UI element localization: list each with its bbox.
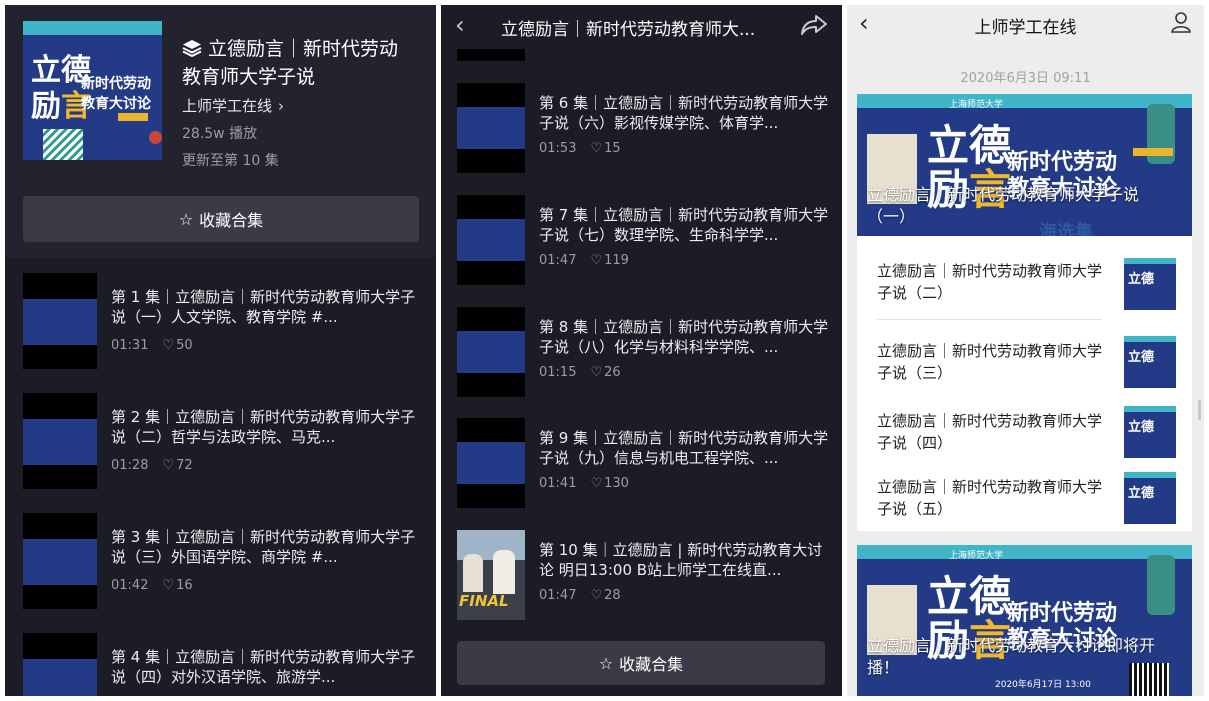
final-label: FINAL: [459, 592, 509, 610]
article-thumbnail: 立德: [1124, 336, 1176, 388]
episode-title: 第 8 集｜立德励言｜新时代劳动教育师大学子说（八）化学与材料科学学院、...: [539, 318, 829, 356]
article-row[interactable]: 立德励言｜新时代劳动教育师大学子说（二） 立德: [857, 236, 1192, 320]
episode-meta: 01:47 ♡ 119: [539, 253, 629, 268]
episode-title: 第 7 集｜立德励言｜新时代劳动教育师大学子说（七）数理学院、生命科学学...: [539, 206, 829, 244]
heart-icon: ♡: [590, 253, 603, 268]
article-row[interactable]: 立德励言｜新时代劳动教育师大学子说（五） 立德: [857, 464, 1192, 530]
play-count: 28.5w 播放: [182, 126, 258, 142]
banner-school-name: 上海师范大学: [949, 100, 1004, 110]
favorite-collection-button[interactable]: ☆ 收藏合集: [23, 196, 419, 242]
article-caption: 立德励言｜新时代劳动教育大讨论即将开播！: [867, 636, 1156, 677]
stack-icon: [182, 40, 202, 57]
episode-thumbnail: [23, 513, 97, 609]
heart-icon: ♡: [162, 338, 175, 353]
episode-thumbnail: [23, 273, 97, 369]
article-thumbnail: 立德: [1124, 406, 1176, 458]
episode-thumbnail: [457, 418, 525, 508]
heart-icon: ♡: [590, 141, 603, 156]
episode-title: 第 10 集｜立德励言 | 新时代劳动教育大讨论 明日13:00 B站上师学工在…: [539, 541, 823, 579]
chevron-right-icon: ›: [278, 97, 285, 115]
cover-subtitle-1: 新时代劳动: [81, 76, 151, 92]
episode-thumbnail: FINAL: [457, 530, 525, 620]
article-thumbnail: 立德: [1124, 472, 1176, 524]
author-link[interactable]: 上师学工在线 ›: [182, 95, 284, 116]
article-caption: 立德励言｜新时代劳动教育师大学子说（一）: [867, 185, 1140, 226]
article-title: 立德励言｜新时代劳动教育师大学子说（三）: [877, 342, 1103, 382]
message-timestamp: 2020年6月3日 09:11: [960, 71, 1091, 86]
episode-title: 第 4 集｜立德励言｜新时代劳动教育师大学子说（四）对外汉语学院、旅游学...: [111, 648, 416, 686]
share-icon[interactable]: [800, 13, 828, 37]
screenshot-collage: 立德 励言 新时代劳动 教育大讨论 立德励言｜新时代劳动教育师大学子说 上师学工…: [0, 0, 1209, 701]
article-title: 立德励言｜新时代劳动教育师大学子说（五）: [877, 478, 1103, 518]
episode-item[interactable]: 第 1 集｜立德励言｜新时代劳动教育师大学子说（一）人文学院、教育学院 #...…: [5, 273, 436, 373]
scrollbar[interactable]: [1198, 400, 1201, 420]
article-title: 立德励言｜新时代劳动教育师大学子说（二）: [877, 262, 1103, 302]
episode-item[interactable]: 第 6 集｜立德励言｜新时代劳动教育师大学子说（六）影视传媒学院、体育学... …: [441, 83, 842, 183]
cover-subtitle-2: 教育大讨论: [81, 96, 151, 112]
heart-icon: ♡: [590, 588, 603, 603]
episode-title: 第 3 集｜立德励言｜新时代劳动教育师大学子说（三）外国语学院、商学院 #...: [111, 528, 416, 566]
article-card: 立德 励言 新时代劳动 教育大讨论 上海师范大学 海选集 立德励言｜新时代劳动教…: [857, 94, 1192, 531]
collection-header: 立德 励言 新时代劳动 教育大讨论 立德励言｜新时代劳动教育师大学子说 上师学工…: [5, 5, 436, 257]
episode-meta: 01:47 ♡ 28: [539, 588, 621, 603]
episode-list-panel: ‹ 立德励言｜新时代劳动教育师大... 第 6 集｜立德励言｜新时代劳动教育师大…: [441, 5, 842, 696]
episode-meta: 01:31 ♡ 50: [111, 338, 193, 353]
episode-meta: 01:42 ♡ 16: [111, 578, 193, 593]
collection-cover[interactable]: 立德 励言 新时代劳动 教育大讨论: [23, 21, 162, 160]
episode-item[interactable]: 第 9 集｜立德励言｜新时代劳动教育师大学子说（九）信息与机电工程学院、... …: [441, 418, 842, 518]
official-account-panel: ‹ 上师学工在线 2020年6月3日 09:11 立德 励言 新时代劳动 教育大…: [847, 5, 1204, 696]
collection-title: 立德励言｜新时代劳动教育师大学子说: [182, 38, 399, 88]
article-thumbnail: 立德: [1124, 258, 1176, 310]
episode-item[interactable]: 第 7 集｜立德励言｜新时代劳动教育师大学子说（七）数理学院、生命科学学... …: [441, 195, 842, 295]
episode-title: 第 6 集｜立德励言｜新时代劳动教育师大学子说（六）影视传媒学院、体育学...: [539, 94, 829, 132]
episode-meta: 01:53 ♡ 15: [539, 141, 621, 156]
top-nav: ‹ 立德励言｜新时代劳动教育师大...: [441, 5, 842, 49]
episode-item[interactable]: 第 2 集｜立德励言｜新时代劳动教育师大学子说（二）哲学与法政学院、马克... …: [5, 393, 436, 493]
article-title: 立德励言｜新时代劳动教育师大学子说（四）: [877, 412, 1103, 452]
episode-item[interactable]: FINAL 第 10 集｜立德励言 | 新时代劳动教育大讨论 明日13:00 B…: [441, 530, 842, 630]
top-nav: ‹ 上师学工在线: [847, 5, 1204, 43]
banner-school-name: 上海师范大学: [949, 551, 1004, 561]
episode-thumbnail: [457, 195, 525, 285]
episode-item[interactable]: 第 3 集｜立德励言｜新时代劳动教育师大学子说（三）外国语学院、商学院 #...…: [5, 513, 436, 613]
episode-thumbnail: [457, 307, 525, 397]
article-card[interactable]: 立德 励言 新时代劳动 教育大讨论 上海师范大学 2020年6月17日 13:0…: [857, 545, 1192, 696]
episode-thumbnail: [23, 393, 97, 489]
episode-meta: 01:28 ♡ 72: [111, 458, 193, 473]
episode-title: 第 2 集｜立德励言｜新时代劳动教育师大学子说（二）哲学与法政学院、马克...: [111, 408, 416, 446]
nav-title: 立德励言｜新时代劳动教育师大...: [501, 20, 756, 40]
episode-title: 第 1 集｜立德励言｜新时代劳动教育师大学子说（一）人文学院、教育学院 #...: [111, 288, 416, 326]
heart-icon: ♡: [590, 476, 603, 491]
episode-item[interactable]: 第 4 集｜立德励言｜新时代劳动教育师大学子说（四）对外汉语学院、旅游学...: [5, 633, 436, 696]
update-status: 更新至第 10 集: [182, 153, 279, 169]
heart-icon: ♡: [162, 578, 175, 593]
episode-meta: 01:41 ♡ 130: [539, 476, 629, 491]
article-row[interactable]: 立德励言｜新时代劳动教育师大学子说（三） 立德: [857, 326, 1192, 394]
user-profile-icon[interactable]: [1170, 11, 1192, 33]
episode-item[interactable]: 第 8 集｜立德励言｜新时代劳动教育师大学子说（八）化学与材料科学学院、... …: [441, 307, 842, 407]
article-banner[interactable]: 立德 励言 新时代劳动 教育大讨论 上海师范大学 2020年6月17日 13:0…: [857, 545, 1192, 696]
favorite-collection-button[interactable]: ☆ 收藏合集: [457, 641, 825, 685]
collection-panel: 立德 励言 新时代劳动 教育大讨论 立德励言｜新时代劳动教育师大学子说 上师学工…: [5, 5, 436, 696]
star-icon: ☆: [598, 653, 614, 673]
partial-thumbnail: [457, 49, 525, 61]
bottom-bar: ☆ 收藏合集: [441, 630, 842, 696]
article-row[interactable]: 立德励言｜新时代劳动教育师大学子说（四） 立德: [857, 396, 1192, 462]
back-icon[interactable]: ‹: [455, 11, 465, 39]
heart-icon: ♡: [590, 365, 603, 380]
article-banner[interactable]: 立德 励言 新时代劳动 教育大讨论 上海师范大学 海选集 立德励言｜新时代劳动教…: [857, 94, 1192, 236]
episode-title: 第 9 集｜立德励言｜新时代劳动教育师大学子说（九）信息与机电工程学院、...: [539, 429, 829, 467]
heart-icon: ♡: [162, 458, 175, 473]
episode-thumbnail: [457, 83, 525, 173]
star-icon: ☆: [178, 209, 194, 229]
episode-meta: 01:15 ♡ 26: [539, 365, 621, 380]
nav-title: 上师学工在线: [974, 18, 1077, 38]
episode-thumbnail: [23, 633, 97, 696]
